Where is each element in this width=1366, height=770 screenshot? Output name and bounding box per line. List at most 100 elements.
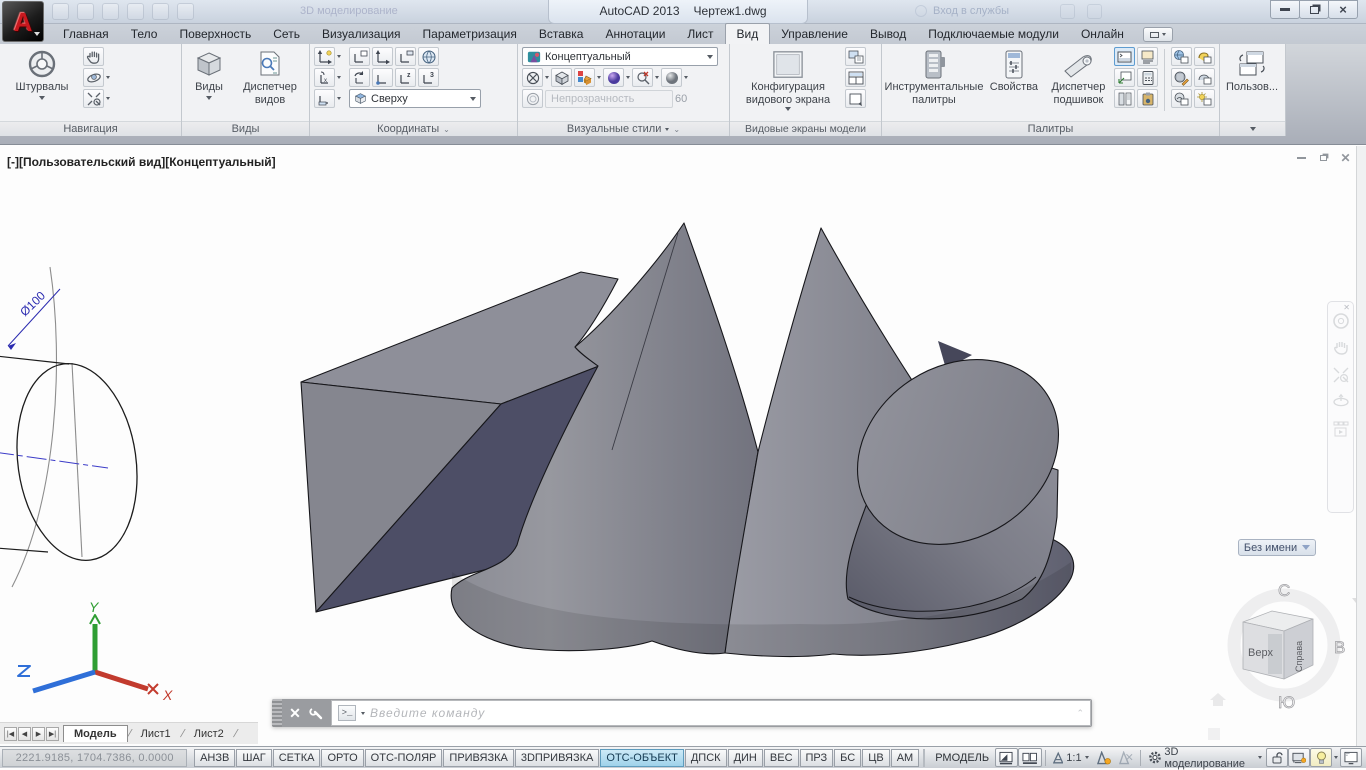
navbar-close-icon[interactable]: ✕ [1343,303,1350,312]
command-close-icon[interactable]: ✕ [289,706,301,720]
command-prompt-icon[interactable]: >_ [338,705,356,721]
opacity-slider[interactable]: Непрозрачность [545,89,673,108]
zoom-extents-button[interactable] [83,89,104,108]
viewport-restore-button[interactable] [845,89,866,108]
dbconnect-button[interactable] [1170,47,1192,66]
quickcalc-paste-button[interactable] [1137,89,1159,108]
workspace-switch-button[interactable]: 3D моделирование [1144,746,1267,770]
panel-model-viewports-label[interactable]: Видовые экраны модели [730,121,881,136]
infocenter-icons[interactable] [1060,4,1102,19]
ui-lock-button[interactable] [1266,748,1289,767]
navbar-pan-icon[interactable] [1332,339,1350,357]
toggle-bs[interactable]: БС [834,748,862,767]
toggle-ots-obekt[interactable]: ОТС-ОБЪЕКТ [600,748,684,767]
command-line-grip[interactable] [272,699,282,727]
ucs-3point-button[interactable]: 3 [418,68,439,87]
user-interface-button[interactable]: Пользов... [1224,47,1280,118]
navbar-steeringwheel-icon[interactable] [1332,312,1350,330]
isolate-dropdown-icon[interactable] [1334,756,1339,759]
ucs-zaxis-button[interactable]: z [395,68,416,87]
quick-view-drawings-button[interactable] [1018,748,1042,767]
ucs-world-button[interactable] [349,47,370,66]
annotation-autoscale-button[interactable] [1115,748,1137,767]
tab-list2[interactable]: Лист2 [184,726,234,742]
viewcube[interactable]: С В Ю Верх Справа [1208,581,1360,740]
sign-in[interactable]: Вход в службы [915,5,1009,17]
exchange-icon[interactable] [1060,4,1075,19]
no-edges-button[interactable] [522,68,543,87]
panel-visual-styles-label[interactable]: Визуальные стили ⌄ [518,121,729,136]
toggle-3dprivyazka[interactable]: 3DПРИВЯЗКА [514,748,600,767]
isolate-objects-button[interactable] [1310,748,1333,767]
panel-navigation-label[interactable]: Навигация [0,121,181,136]
lighting-palette-button[interactable] [1193,47,1215,66]
prev-tab-icon[interactable]: ◀ [18,726,31,741]
toggle-setka[interactable]: СЕТКА [272,748,321,767]
panel-views-label[interactable]: Виды [182,121,309,136]
quick-view-layouts-button[interactable] [995,748,1019,767]
tab-list[interactable]: Лист [676,24,724,44]
toggle-dpsk[interactable]: ДПСК [684,748,727,767]
navbar-showmotion-icon[interactable] [1332,420,1350,438]
ribbon-palette-button[interactable] [1137,47,1159,66]
clean-screen-button[interactable] [1340,748,1363,767]
tab-list1[interactable]: Лист1 [131,726,181,742]
toggle-prz[interactable]: ПРЗ [799,748,834,767]
ucs-icon-show-button[interactable] [314,47,335,66]
viewcube-home-icon[interactable] [1210,693,1226,706]
tab-vid[interactable]: Вид [724,23,771,44]
tab-upravlenie[interactable]: Управление [770,24,859,44]
toggle-ots-polar[interactable]: ОТС-ПОЛЯР [364,748,443,767]
command-wrench-icon[interactable] [309,706,323,720]
drawing-area[interactable]: Ø100 Y X С В Ю Верх Справа [-][Пользоват… [0,146,1366,746]
model-space-button[interactable]: РМОДЕЛЬ [929,752,995,764]
view-control[interactable]: [Пользовательский вид] [19,155,165,169]
tab-set[interactable]: Сеть [262,24,311,44]
command-line-palette-button[interactable] [1114,47,1136,66]
solid-model[interactable] [300,222,1094,658]
facet-edges-button[interactable] [551,68,572,87]
visual-style-select[interactable]: Концептуальный [522,47,718,66]
navbar-orbit-icon[interactable] [1332,393,1350,411]
first-tab-icon[interactable]: |◀ [4,726,17,741]
no-materials-button[interactable] [632,68,653,87]
navbar-zoom-icon[interactable] [1332,366,1350,384]
diameter-dimension[interactable]: Ø100 [7,288,61,350]
command-line[interactable]: ✕ >_ Введите команду ⌃ [272,699,1092,727]
tab-vizualizaciya[interactable]: Визуализация [311,24,412,44]
application-menu-button[interactable]: A [2,1,44,42]
viewcube-settings-icon[interactable] [1208,728,1220,740]
toggle-am[interactable]: АМ [890,748,920,767]
viewport-menu-control[interactable]: [-] [7,155,19,169]
help-icon[interactable] [1087,4,1102,19]
tab-vstavka[interactable]: Вставка [528,24,595,44]
tab-onlain[interactable]: Онлайн [1070,24,1135,44]
vp-minimize-icon[interactable] [1295,152,1308,163]
tool-palettes-button[interactable]: Инструментальные палитры [885,47,983,118]
materials-browser-button[interactable] [1170,68,1192,87]
ribbon-minimize-button[interactable] [1142,27,1173,42]
hardware-acceleration-button[interactable] [1288,748,1311,767]
viewport-join-button[interactable] [845,68,866,87]
toggle-orto[interactable]: ОРТО [321,748,364,767]
tab-telo[interactable]: Тело [120,24,169,44]
tab-parametrizaciya[interactable]: Параметризация [412,24,528,44]
viewcube-east[interactable]: В [1334,638,1346,658]
toggle-din[interactable]: ДИН [727,748,763,767]
steering-wheels-button[interactable]: Штурвалы [4,47,80,118]
viewport-scrollbar[interactable] [1356,146,1366,746]
vp-close-icon[interactable]: ✕ [1339,151,1352,165]
viewcube-north[interactable]: С [1278,581,1291,601]
ucs-x-rotate-button[interactable]: x [314,68,335,87]
viewcube-verh-label[interactable]: Верх [1248,647,1273,659]
gray-sphere-button[interactable] [661,68,682,87]
ucs-world-globe-button[interactable] [418,47,439,66]
toggle-shag[interactable]: ШАГ [236,748,272,767]
viewcube-ucs-menu[interactable]: Без имени [1238,539,1316,556]
view-manager-button[interactable]: Диспетчер видов [235,47,305,118]
render-palette-button[interactable] [1193,68,1215,87]
color-cube-button[interactable] [574,68,595,87]
orbit-button[interactable] [83,68,104,87]
viewport-named-button[interactable] [845,47,866,66]
ucs-rotate-z-button[interactable] [349,68,370,87]
